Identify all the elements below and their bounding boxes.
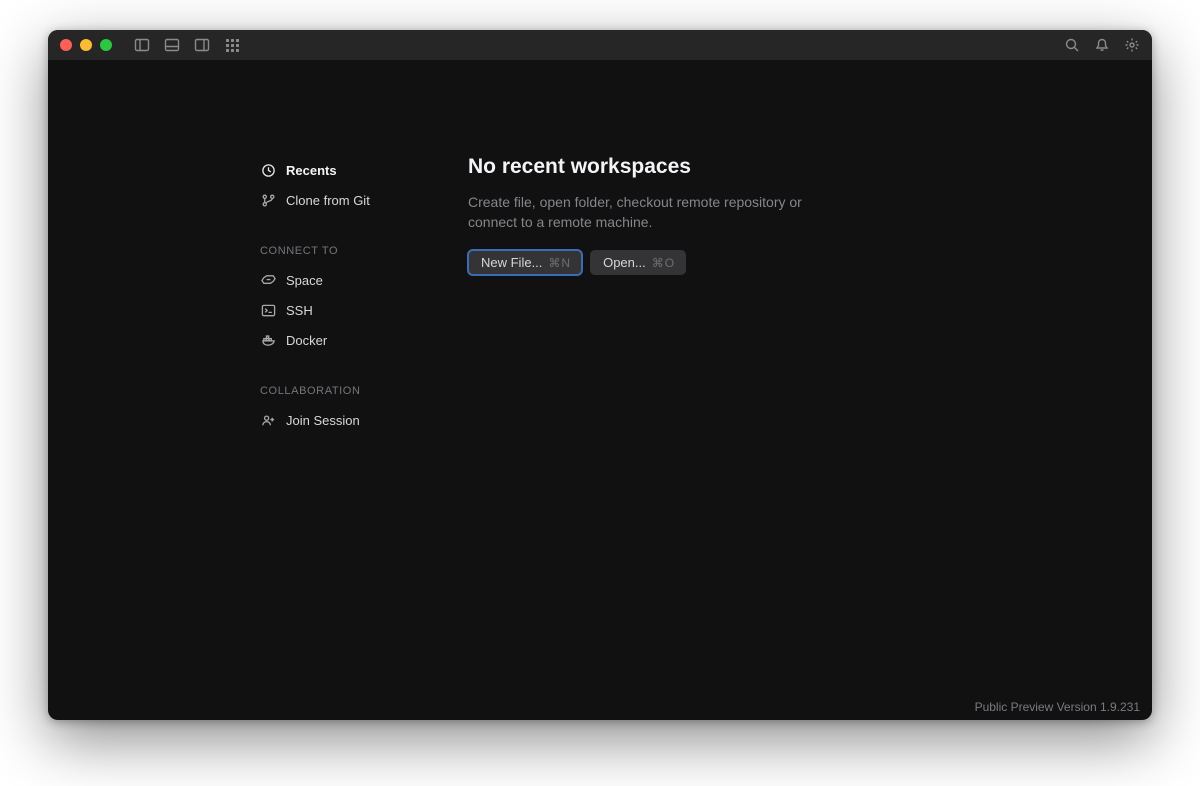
right-panel-toggle-icon[interactable] [194,37,210,53]
keyboard-shortcut: ⌘O [652,256,675,270]
sidebar-item-recents[interactable]: Recents [258,155,468,185]
left-panel-toggle-icon[interactable] [134,37,150,53]
sidebar-item-docker[interactable]: Docker [258,325,468,355]
app-window: Recents Clone from Git CONNECT TO Space [48,30,1152,720]
button-label: Open... [603,255,646,270]
section-header-collaboration: COLLABORATION [258,385,468,397]
welcome-sidebar: Recents Clone from Git CONNECT TO Space [258,155,468,720]
sidebar-item-label: SSH [286,303,313,318]
sidebar-item-space[interactable]: Space [258,265,468,295]
terminal-icon [260,302,276,318]
sidebar-item-join-session[interactable]: Join Session [258,405,468,435]
page-title: No recent workspaces [468,155,1152,179]
sidebar-item-label: Docker [286,333,327,348]
search-icon[interactable] [1064,37,1080,53]
open-button[interactable]: Open... ⌘O [590,250,686,275]
gear-icon[interactable] [1124,37,1140,53]
section-header-connect: CONNECT TO [258,245,468,257]
minimize-window-button[interactable] [80,39,92,51]
maximize-window-button[interactable] [100,39,112,51]
sidebar-item-label: Recents [286,163,337,178]
page-subtitle: Create file, open folder, checkout remot… [468,193,828,232]
git-branch-icon [260,192,276,208]
docker-icon [260,332,276,348]
close-window-button[interactable] [60,39,72,51]
titlebar [48,30,1152,60]
version-label: Public Preview Version 1.9.231 [975,700,1140,714]
sidebar-item-ssh[interactable]: SSH [258,295,468,325]
sidebar-item-label: Space [286,273,323,288]
new-file-button[interactable]: New File... ⌘N [468,250,582,275]
keyboard-shortcut: ⌘N [548,256,571,270]
space-icon [260,272,276,288]
app-grid-icon[interactable] [224,37,240,53]
button-label: New File... [481,255,542,270]
sidebar-item-label: Join Session [286,413,360,428]
person-add-icon [260,412,276,428]
sidebar-item-label: Clone from Git [286,193,370,208]
clock-icon [260,162,276,178]
main-panel: No recent workspaces Create file, open f… [468,155,1152,720]
bottom-panel-toggle-icon[interactable] [164,37,180,53]
sidebar-item-clone[interactable]: Clone from Git [258,185,468,215]
traffic-lights [60,39,112,51]
bell-icon[interactable] [1094,37,1110,53]
